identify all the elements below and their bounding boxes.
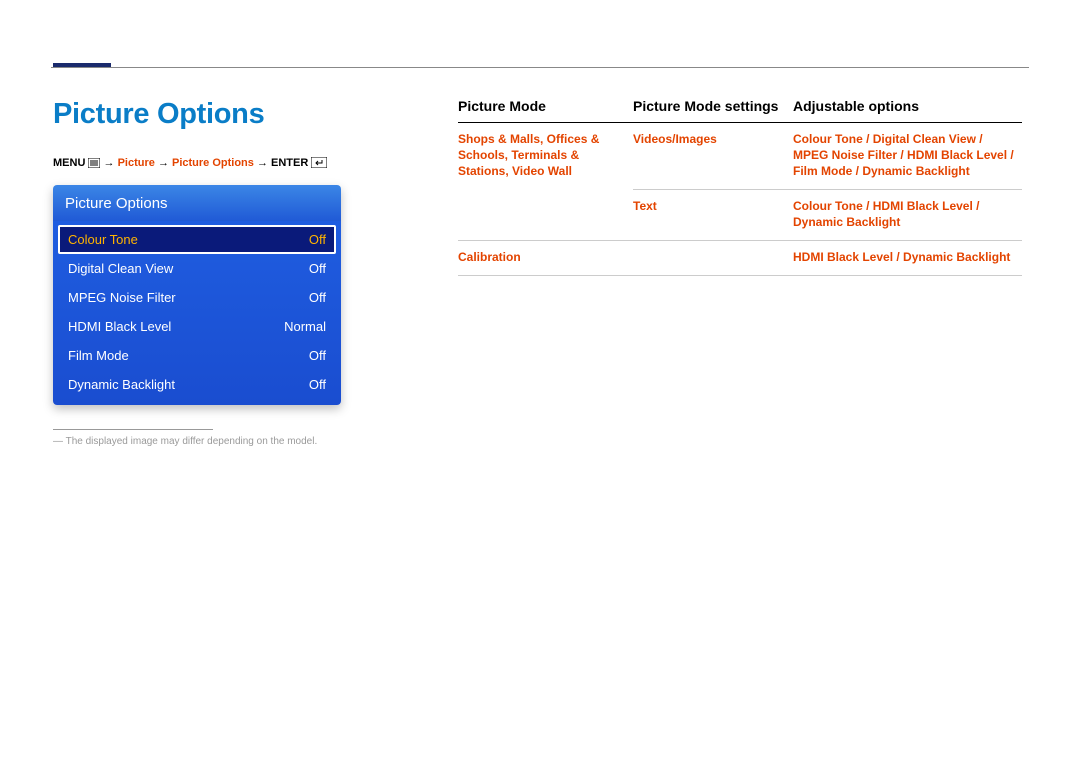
menu-item-label: Dynamic Backlight [68,377,175,392]
breadcrumb-arrow-2: → [158,157,172,169]
breadcrumb-picture: Picture [118,157,155,169]
menu-item-label: HDMI Black Level [68,319,171,334]
right-column: Picture Mode Picture Mode settings Adjus… [458,98,1022,276]
menu-item-label: Digital Clean View [68,261,173,276]
breadcrumb-enter-label: ENTER [271,157,308,169]
menu-item-label: Colour Tone [68,232,138,247]
menu-item[interactable]: Film Mode Off [58,341,336,370]
menu-item-value: Normal [284,319,326,334]
osd-menu-header: Picture Options [53,185,341,221]
td-settings [633,241,793,276]
osd-menu-body: Colour ToneOffDigital Clean ViewOffMPEG … [53,221,341,405]
page-top-rule [51,67,1029,68]
th-picture-mode: Picture Mode [458,98,633,123]
menu-icon [88,157,103,169]
breadcrumb-arrow-1: → [104,157,118,169]
td-picture-mode: Calibration [458,241,633,276]
menu-item-label: Film Mode [68,348,129,363]
menu-item[interactable]: MPEG Noise Filter Off [58,283,336,312]
th-adjustable-options: Adjustable options [793,98,1022,123]
menu-item-value: Off [309,348,326,363]
left-column: Picture Options MENU → Picture → Picture… [53,98,353,447]
td-options: Colour Tone / HDMI Black Level / Dynamic… [793,190,1022,241]
breadcrumb-picture-options: Picture Options [172,157,254,169]
menu-item[interactable]: Digital Clean View Off [58,254,336,283]
th-picture-mode-settings: Picture Mode settings [633,98,793,123]
td-settings: Text [633,190,793,241]
enter-icon [311,157,327,169]
menu-item-value: Off [309,290,326,305]
menu-item-value: Off [309,261,326,276]
td-options: HDMI Black Level / Dynamic Backlight [793,241,1022,276]
breadcrumb-arrow-3: → [257,157,271,169]
options-table: Picture Mode Picture Mode settings Adjus… [458,98,1022,276]
menu-item-value: Off [309,232,326,247]
osd-menu: Picture Options Colour ToneOffDigital Cl… [53,185,341,405]
menu-item-label: MPEG Noise Filter [68,290,176,305]
menu-item[interactable]: Colour Tone Off [58,225,336,254]
td-settings: Videos/Images [633,123,793,190]
td-options: Colour Tone / Digital Clean View / MPEG … [793,123,1022,190]
menu-item[interactable]: HDMI Black Level Normal [58,312,336,341]
footnote-rule [53,429,213,430]
menu-item[interactable]: Dynamic Backlight Off [58,370,336,399]
page-title: Picture Options [53,98,353,131]
menu-item-value: Off [309,377,326,392]
breadcrumb-menu-label: MENU [53,157,85,169]
footnote: ― The displayed image may differ dependi… [53,436,353,447]
breadcrumb: MENU → Picture → Picture Options → ENTER [53,156,353,170]
td-picture-mode: Shops & Malls, Offices & Schools, Termin… [458,123,633,241]
